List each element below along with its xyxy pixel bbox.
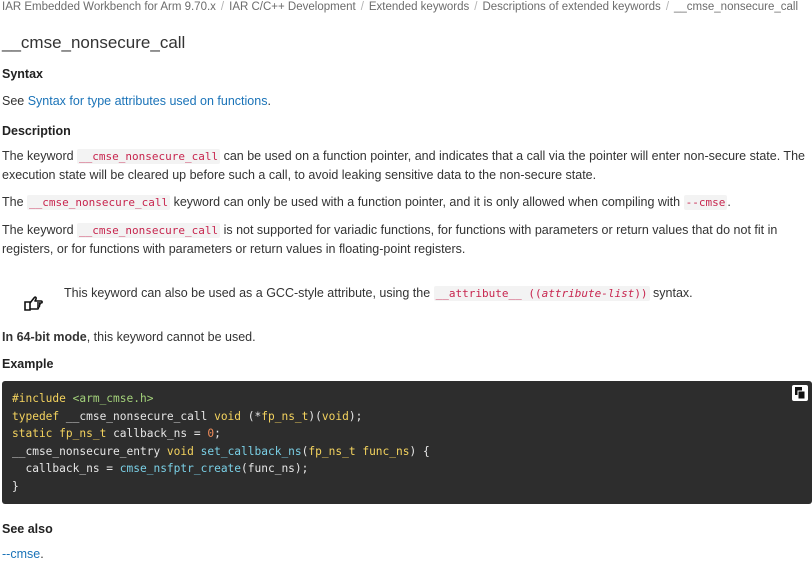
code-token: __cmse_nonsecure_call <box>59 409 215 423</box>
code-token: __cmse_nonsecure_entry <box>12 444 167 458</box>
breadcrumb-separator: / <box>360 1 364 13</box>
syntax-paragraph: See Syntax for type attributes used on f… <box>2 92 812 110</box>
mode-paragraph: In 64-bit mode, this keyword cannot be u… <box>2 328 812 346</box>
breadcrumb-item-current: __cmse_nonsecure_call <box>674 1 799 13</box>
text: . <box>727 195 731 209</box>
option-code: --cmse <box>683 195 728 210</box>
breadcrumb-item-descriptions[interactable]: Descriptions of extended keywords <box>482 1 660 13</box>
code-token: )( <box>308 409 322 423</box>
breadcrumb: IAR Embedded Workbench for Arm 9.70.x / IA… <box>2 1 812 18</box>
breadcrumb-separator: / <box>665 1 670 13</box>
syntax-heading: Syntax <box>2 67 43 81</box>
syntax-suffix: . <box>267 94 271 108</box>
code-token: func_ns <box>362 444 410 458</box>
code-line: static fp_ns_t callback_ns = 0; <box>12 425 802 443</box>
page-title: __cmse_nonsecure_call <box>2 33 186 52</box>
text: keyword can only be used with a function… <box>170 195 684 209</box>
code-token: void <box>214 409 242 423</box>
code-token: ) { <box>409 444 430 458</box>
mode-bold: In 64-bit mode <box>2 330 87 344</box>
keyword-code: __cmse_nonsecure_call <box>27 195 171 210</box>
text: , this keyword cannot be used. <box>86 330 256 344</box>
code-part: )) <box>634 287 648 300</box>
code-token: (func_ns); <box>241 462 309 476</box>
code-line: #include <arm_cmse.h> <box>12 390 802 408</box>
code-token: } <box>12 479 19 493</box>
code-line: typedef __cmse_nonsecure_call void (*fp_… <box>12 408 802 426</box>
text: This keyword can also be used as a GCC-s… <box>64 286 434 300</box>
see-also-heading: See also <box>2 522 53 536</box>
code-line: callback_ns = cmse_nsfptr_create(func_ns… <box>12 460 802 478</box>
description-paragraph-2: The __cmse_nonsecure_call keyword can on… <box>2 193 812 212</box>
see-also-paragraph: --cmse. <box>2 545 812 563</box>
code-line: } <box>12 478 802 496</box>
keyword-code: __cmse_nonsecure_call <box>77 223 221 238</box>
code-part: __attribute__ (( <box>435 287 542 300</box>
page: IAR Embedded Workbench for Arm 9.70.x / IA… <box>0 1 812 563</box>
code-italic: attribute-list <box>541 287 635 300</box>
breadcrumb-item-extended-keywords[interactable]: Extended keywords <box>369 1 469 13</box>
text: The <box>2 195 28 209</box>
breadcrumb-item-development[interactable]: IAR C/C++ Development <box>229 1 356 13</box>
code-token: static <box>12 427 53 441</box>
code-token: fp_ns_t <box>59 427 107 441</box>
code-token: fp_ns_t <box>308 444 356 458</box>
code-token: fp_ns_t <box>261 409 309 423</box>
attribute-code: __attribute__ ((attribute-list)) <box>433 286 650 301</box>
breadcrumb-separator: / <box>474 1 478 13</box>
code-token: void <box>166 444 194 458</box>
text: The keyword <box>2 223 78 237</box>
syntax-link[interactable]: Syntax for type attributes used on funct… <box>28 94 268 108</box>
pointing-hand-icon <box>22 293 44 313</box>
note-box: This keyword can also be used as a GCC-s… <box>2 274 812 316</box>
code-token: <arm_cmse.h> <box>72 392 154 405</box>
note-text: This keyword can also be used as a GCC-s… <box>64 284 693 303</box>
breadcrumb-separator: / <box>220 1 225 13</box>
code-token: ; <box>214 427 221 441</box>
code-token: void <box>321 409 349 423</box>
text: The keyword <box>2 149 78 163</box>
code-token: (* <box>241 409 262 423</box>
description-paragraph-3: The keyword __cmse_nonsecure_call is not… <box>2 221 812 258</box>
breadcrumb-item-workbench[interactable]: IAR Embedded Workbench for Arm 9.70.x <box>2 1 216 13</box>
code-token: callback_ns = <box>12 462 120 476</box>
code-line: __cmse_nonsecure_entry void set_callback… <box>12 443 802 461</box>
syntax-prefix: See <box>2 94 28 108</box>
example-heading: Example <box>2 357 54 371</box>
code-block: #include <arm_cmse.h> typedef __cmse_non… <box>2 381 812 504</box>
code-token: callback_ns = <box>106 427 208 441</box>
code-token: set_callback_ns <box>200 444 302 458</box>
keyword-code: __cmse_nonsecure_call <box>77 149 221 164</box>
description-paragraph-1: The keyword __cmse_nonsecure_call can be… <box>2 147 812 184</box>
code-token: typedef <box>12 409 60 423</box>
text: syntax. <box>649 286 693 300</box>
code-token: ); <box>348 409 363 423</box>
code-token: #include <box>12 392 73 405</box>
description-heading: Description <box>2 124 71 138</box>
code-token: cmse_nsfptr_create <box>119 462 242 476</box>
copy-icon[interactable] <box>792 385 808 401</box>
